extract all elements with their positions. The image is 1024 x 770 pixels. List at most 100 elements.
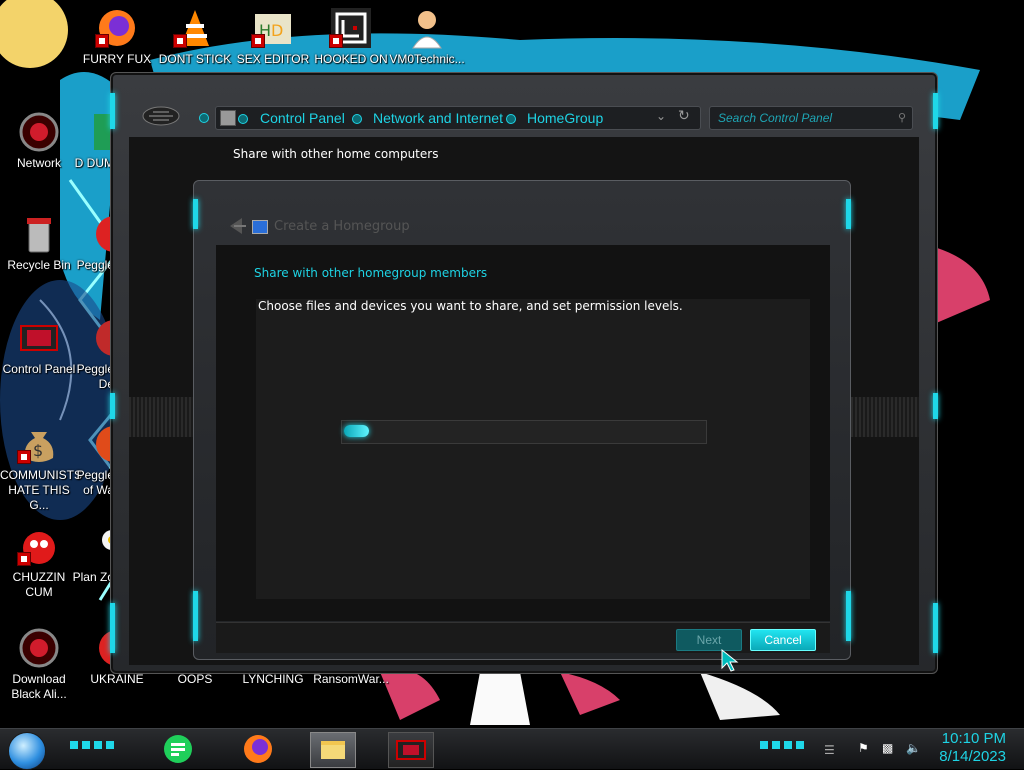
clock-time: 10:10 PM [941, 730, 1006, 747]
recycle-bin-icon [17, 212, 61, 256]
network-icon[interactable]: ▩ [882, 741, 896, 755]
breadcrumb-separator [506, 114, 516, 124]
address-dot [199, 113, 209, 123]
taskbar: ☰ ⚑ ▩ 🔈 10:10 PM 8/14/2023 [0, 728, 1024, 770]
computer-icon [220, 110, 236, 126]
desktop-icon-label: Plan Zo [72, 570, 114, 584]
desktop-icon-download-black-ali[interactable]: Download Black Ali... [0, 626, 78, 702]
progress-fill [344, 425, 369, 437]
refresh-icon[interactable]: ↻ [678, 108, 690, 124]
search-box[interactable]: ⚲ [709, 106, 913, 130]
show-hidden-icons[interactable]: ☰ [824, 743, 835, 757]
page-heading: Share with other home computers [233, 147, 439, 161]
shortcut-badge-icon [95, 34, 109, 48]
control-panel-icon [17, 316, 61, 360]
notes-app-icon [164, 735, 192, 763]
window-frame-accent [110, 603, 115, 653]
desktop-icon-label: UKRAINE [90, 672, 144, 686]
window-frame-accent [933, 393, 938, 419]
homegroup-icon [252, 220, 268, 234]
taskbar-app-explorer[interactable] [310, 732, 356, 768]
desktop-icon-peggle-deluxe[interactable]: Peggle De [66, 316, 114, 392]
desktop-icon-firefox-shortcut[interactable]: FURRY FUX [78, 6, 156, 67]
breadcrumb-homegroup[interactable]: HomeGroup [527, 110, 603, 126]
dialog-body: Choose files and devices you want to sha… [256, 299, 810, 599]
volume-icon[interactable]: 🔈 [906, 741, 921, 755]
desktop-icon-hxd-shortcut[interactable]: HD SEX EDITOR [234, 6, 312, 67]
desktop-icon-label: DONT STICK [158, 52, 232, 66]
search-input[interactable] [716, 110, 890, 126]
create-homegroup-dialog: Create a Homegroup Share with other home… [193, 180, 851, 660]
maze-game-icon [329, 6, 373, 50]
dialog-frame-accent [193, 591, 198, 641]
back-arrow-icon[interactable] [141, 105, 181, 127]
mouse-cursor-icon [721, 648, 739, 672]
search-icon[interactable]: ⚲ [898, 111, 906, 124]
back-arrow-icon[interactable] [226, 215, 248, 237]
progress-bar [341, 420, 707, 444]
dialog-heading: Share with other homegroup members [254, 266, 488, 280]
cancel-button[interactable]: Cancel [750, 629, 816, 651]
desktop-icon-plants-zombies[interactable]: Plan Zo [66, 524, 114, 585]
svg-text:D: D [271, 21, 283, 40]
money-bag-icon: $ [17, 422, 61, 466]
desktop-icon-label: Peggle of Wa [76, 468, 114, 497]
clock-date: 8/14/2023 [939, 748, 1006, 765]
firefox-icon [95, 6, 139, 50]
desktop-icon-label: RansomWar... [313, 672, 389, 686]
desktop-icon-peggle-nights[interactable]: Peggle of Wa [66, 422, 114, 498]
desktop-icon-label: LYNCHING [242, 672, 304, 686]
flag-icon[interactable]: ⚑ [858, 741, 872, 755]
window-frame-accent [933, 93, 938, 129]
folder-icon [321, 741, 345, 759]
desktop-icon-label: FURRY FUX [82, 52, 152, 66]
desktop-icon-label: SEX EDITOR [236, 52, 310, 66]
desktop-icon-label: Download Black Ali... [11, 672, 67, 701]
vlc-cone-icon [173, 6, 217, 50]
breadcrumb-separator [238, 114, 248, 124]
desktop-icon-label: OOPS [177, 672, 213, 686]
taskbar-accent-left [70, 741, 116, 749]
dropdown-chevron-icon[interactable]: ⌄ [656, 109, 666, 123]
shortcut-badge-icon [251, 34, 265, 48]
shortcut-badge-icon [329, 34, 343, 48]
desktop-icon-label: Peggle De [76, 362, 114, 391]
desktop-icon-dum[interactable]: D DUM [66, 110, 114, 171]
dialog-back-button[interactable] [226, 215, 248, 237]
taskbar-accent-right [760, 741, 804, 749]
dialog-frame-accent [846, 199, 851, 229]
desktop-icon-hooked-on-shortcut[interactable]: HOOKED ON [312, 6, 390, 67]
desktop-icon-label: VM0Technic... [389, 52, 465, 66]
desktop-icon-label: Peggle [76, 258, 114, 272]
desktop-icon-vlc-shortcut[interactable]: DONT STICK [156, 6, 234, 67]
svg-text:$: $ [33, 441, 43, 460]
red-chuzzle-icon [17, 524, 61, 568]
desktop-icon-vm0technic-shortcut[interactable]: VM0Technic... [388, 6, 466, 67]
taskbar-app-firefox[interactable] [236, 732, 280, 766]
dialog-content: Share with other homegroup members Choos… [216, 245, 830, 621]
desktop-icon-label: HOOKED ON [314, 52, 388, 66]
breadcrumb-network-internet[interactable]: Network and Internet [373, 110, 503, 126]
taskbar-app-control-panel[interactable] [388, 732, 434, 768]
hxd-editor-icon: HD [251, 6, 295, 50]
back-forward-buttons[interactable] [141, 105, 181, 127]
dialog-instructions: Choose files and devices you want to sha… [258, 299, 683, 313]
taskbar-app-notes[interactable] [156, 732, 200, 766]
dialog-title: Create a Homegroup [274, 219, 410, 234]
dialog-frame-accent [193, 199, 198, 229]
window-frame-accent [110, 393, 115, 419]
start-button[interactable] [8, 732, 46, 770]
desktop-icon-label: D DUM [74, 156, 114, 170]
shortcut-badge-icon [173, 34, 187, 48]
shortcut-badge-icon [17, 552, 31, 566]
address-bar[interactable]: Control Panel Network and Internet HomeG… [215, 106, 701, 130]
breadcrumb-separator [352, 114, 362, 124]
desktop-icon-peggle[interactable]: Peggle [66, 212, 114, 273]
breadcrumb-control-panel[interactable]: Control Panel [260, 110, 345, 126]
network-orb-icon [17, 626, 61, 670]
clock[interactable]: 10:10 PM 8/14/2023 [939, 730, 1006, 766]
network-orb-icon [17, 110, 61, 154]
doctor-avatar-icon [405, 6, 449, 50]
side-rail-left [129, 397, 197, 437]
dialog-frame-accent [846, 591, 851, 641]
